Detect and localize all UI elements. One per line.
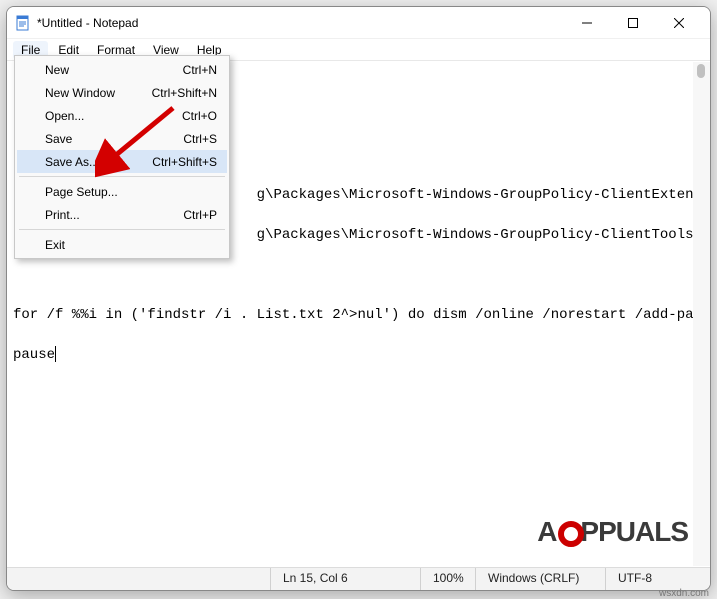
status-position: Ln 15, Col 6 bbox=[270, 568, 420, 590]
menu-open[interactable]: Open... Ctrl+O bbox=[17, 104, 227, 127]
minimize-button[interactable] bbox=[564, 7, 610, 39]
vertical-scrollbar[interactable] bbox=[693, 62, 710, 566]
menu-exit[interactable]: Exit bbox=[17, 233, 227, 256]
menu-page-setup[interactable]: Page Setup... bbox=[17, 180, 227, 203]
close-button[interactable] bbox=[656, 7, 702, 39]
menu-separator bbox=[19, 229, 225, 230]
maximize-button[interactable] bbox=[610, 7, 656, 39]
menu-print[interactable]: Print... Ctrl+P bbox=[17, 203, 227, 226]
status-encoding: UTF-8 bbox=[605, 568, 710, 590]
statusbar: Ln 15, Col 6 100% Windows (CRLF) UTF-8 bbox=[7, 567, 710, 590]
menu-new-window[interactable]: New Window Ctrl+Shift+N bbox=[17, 81, 227, 104]
status-zoom: 100% bbox=[420, 568, 475, 590]
menu-save[interactable]: Save Ctrl+S bbox=[17, 127, 227, 150]
menu-separator bbox=[19, 176, 225, 177]
status-line-ending: Windows (CRLF) bbox=[475, 568, 605, 590]
menu-new[interactable]: New Ctrl+N bbox=[17, 58, 227, 81]
menu-save-as[interactable]: Save As... Ctrl+Shift+S bbox=[17, 150, 227, 173]
text-caret bbox=[55, 346, 56, 362]
attribution-text: wsxdn.com bbox=[659, 588, 709, 599]
window-title: *Untitled - Notepad bbox=[37, 16, 564, 30]
notepad-icon bbox=[15, 15, 31, 31]
titlebar[interactable]: *Untitled - Notepad bbox=[7, 7, 710, 39]
scrollbar-thumb[interactable] bbox=[697, 64, 705, 78]
file-menu-dropdown: New Ctrl+N New Window Ctrl+Shift+N Open.… bbox=[14, 55, 230, 259]
window-controls bbox=[564, 7, 702, 39]
